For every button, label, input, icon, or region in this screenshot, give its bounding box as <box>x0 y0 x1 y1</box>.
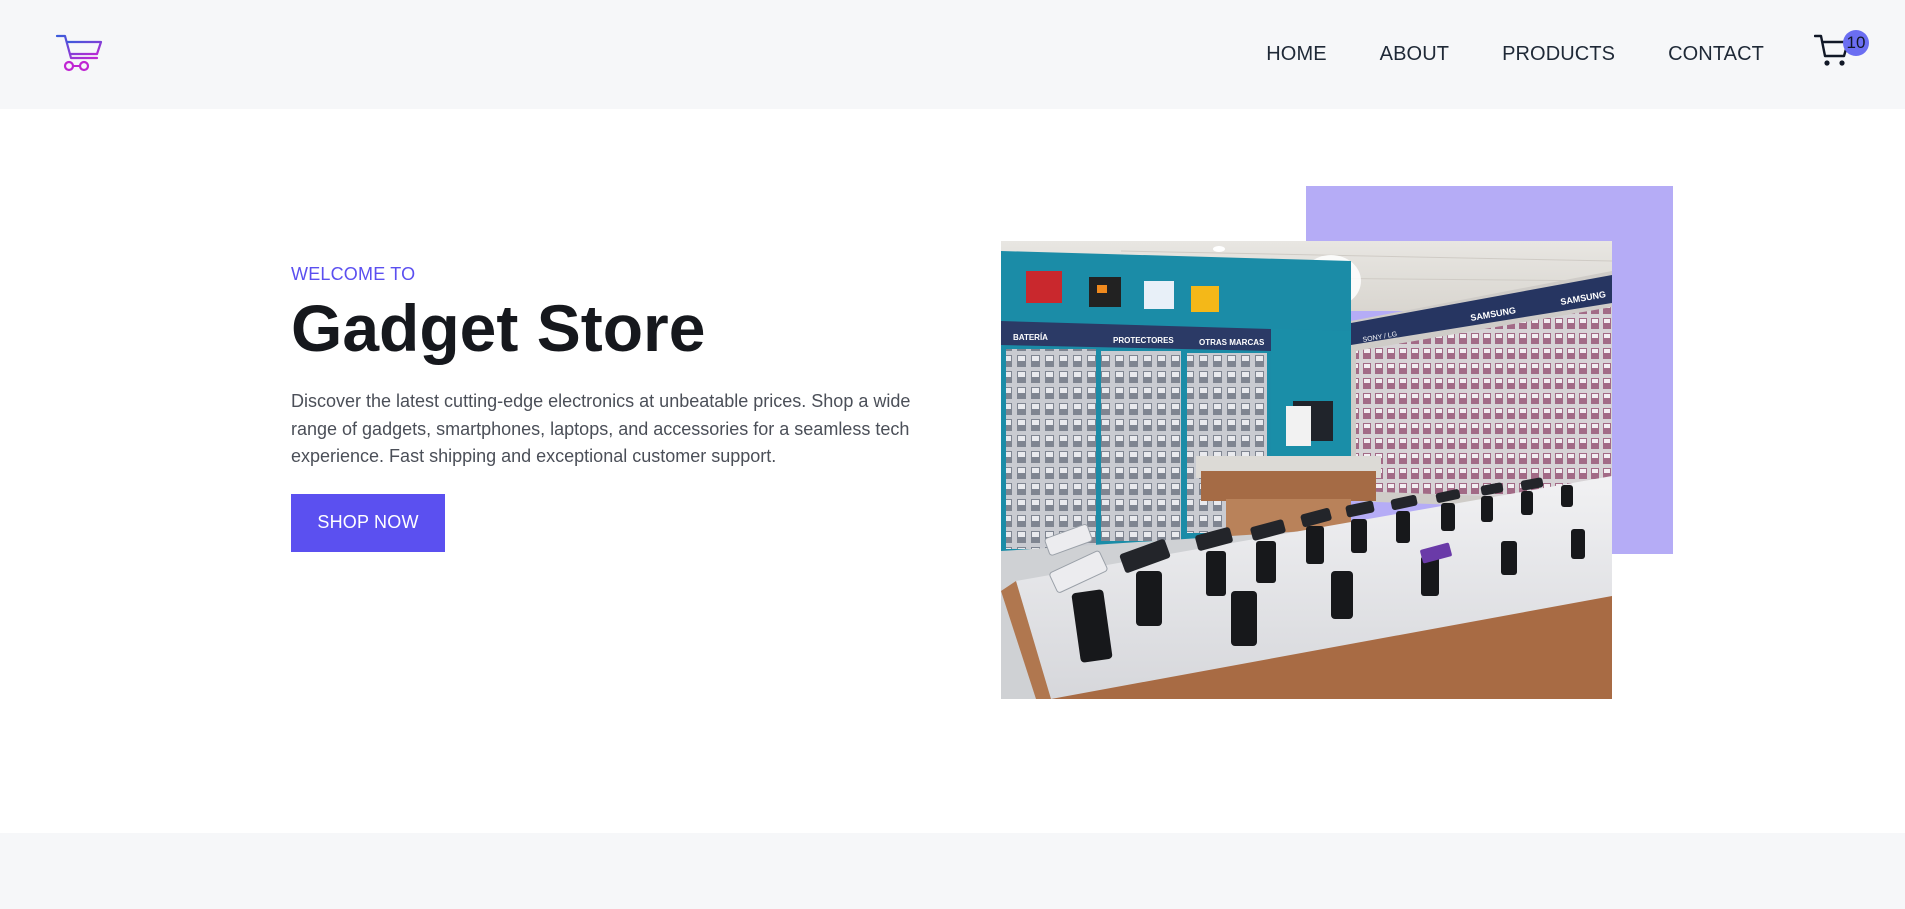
nav-home-link[interactable]: HOME <box>1266 43 1326 66</box>
shopping-cart-logo-icon[interactable] <box>55 32 105 74</box>
nav-products-link[interactable]: PRODUCTS <box>1502 43 1615 66</box>
cart-button[interactable]: 10 <box>1814 30 1869 72</box>
hero-description: Discover the latest cutting-edge electro… <box>291 391 911 466</box>
footer-band <box>0 833 1905 909</box>
hero-title: Gadget Store <box>291 291 706 365</box>
nav-contact-link[interactable]: CONTACT <box>1668 43 1764 66</box>
site-header: HOME ABOUT PRODUCTS CONTACT 10 <box>0 0 1905 109</box>
nav-about-link[interactable]: ABOUT <box>1380 43 1449 66</box>
hero-eyebrow: WELCOME TO <box>291 264 416 284</box>
cart-count-badge: 10 <box>1843 30 1869 56</box>
store-sign-protectores: PROTECTORES <box>1113 336 1174 345</box>
store-sign-bateria: BATERÍA <box>1013 333 1048 342</box>
hero-section: WELCOME TO Gadget Store Discover the lat… <box>291 264 931 552</box>
shop-now-button[interactable]: SHOP NOW <box>291 493 445 552</box>
main-nav: HOME ABOUT PRODUCTS CONTACT <box>1266 0 1764 109</box>
store-sign-otras-marcas: OTRAS MARCAS <box>1199 338 1265 347</box>
store-photo: BATERÍA PROTECTORES OTRAS MARCAS SONY / … <box>1001 241 1612 699</box>
